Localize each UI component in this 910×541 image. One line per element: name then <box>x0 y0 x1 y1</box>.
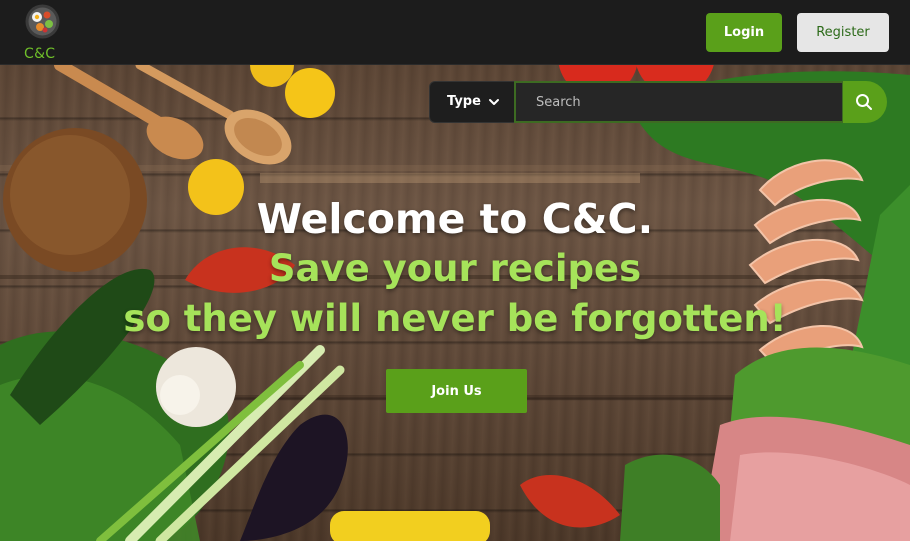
top-navbar: C&C Login Register <box>0 0 910 65</box>
tagline-line-2: so they will never be forgotten! <box>123 297 787 340</box>
tagline-line-1: Save your recipes <box>268 247 642 290</box>
search-bar: Type <box>429 81 887 123</box>
type-dropdown-label: Type <box>447 94 481 109</box>
join-us-button[interactable]: Join Us <box>386 369 527 413</box>
search-button[interactable] <box>843 81 887 123</box>
brand-text: C&C <box>24 46 56 62</box>
search-icon <box>856 94 872 110</box>
brand-logo[interactable]: C&C <box>22 3 62 62</box>
hero-section: Type Welcome to C&C. Save your recipes s… <box>0 65 910 541</box>
search-input[interactable] <box>514 81 844 123</box>
welcome-heading: Welcome to C&C. <box>256 195 654 243</box>
register-button[interactable]: Register <box>797 13 889 52</box>
food-plate-icon <box>25 4 60 39</box>
type-dropdown[interactable]: Type <box>429 81 515 123</box>
chevron-down-icon <box>489 99 499 105</box>
login-button[interactable]: Login <box>706 13 782 52</box>
